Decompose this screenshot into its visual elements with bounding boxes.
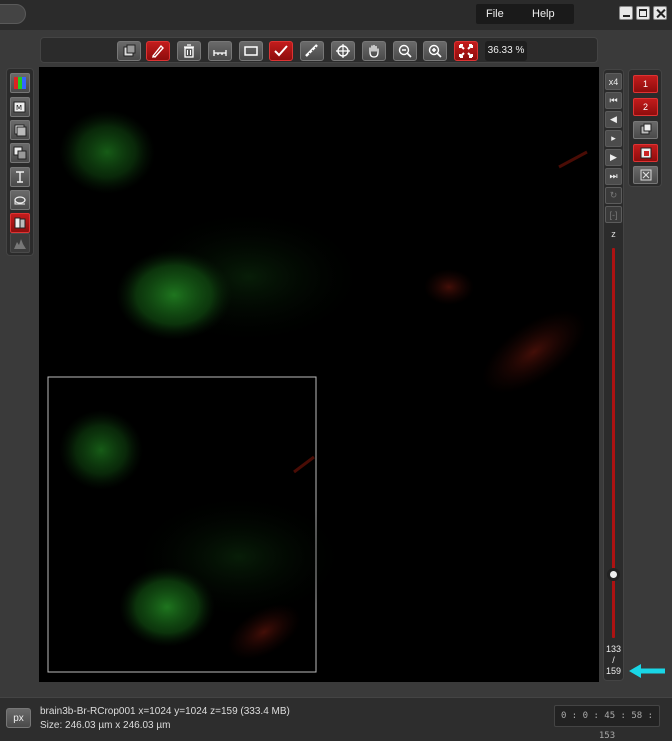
- status-bar: px brain3b-Br-RCrop001 x=1024 y=1024 z=1…: [0, 697, 672, 741]
- pen-tool-button[interactable]: [146, 41, 170, 61]
- minimize-button[interactable]: [619, 6, 633, 20]
- red-signal: [424, 269, 474, 305]
- overlay-icon: [640, 147, 651, 159]
- ruler-button[interactable]: [300, 41, 324, 61]
- range-icon: [-]: [609, 209, 618, 220]
- maximize-button[interactable]: [636, 6, 650, 20]
- step-forward-icon: ▶: [610, 152, 617, 162]
- fit-icon: [459, 44, 473, 58]
- hand-icon: [369, 44, 379, 58]
- total-slices: 159: [605, 666, 622, 676]
- max-projection-icon: M: [13, 101, 26, 113]
- main-toolbar: 36.33 %: [40, 37, 598, 63]
- histogram-icon: [14, 239, 26, 249]
- zoom-in-icon: [428, 44, 442, 58]
- green-cell: [59, 110, 155, 194]
- channel-1-button[interactable]: 1: [633, 75, 658, 93]
- zoom-out-button[interactable]: [393, 41, 417, 61]
- skip-to-end-icon: ⏭: [609, 171, 618, 181]
- max-projection-button[interactable]: M: [10, 97, 30, 117]
- z-axis-label: z: [611, 229, 616, 239]
- z-axis-icon: [16, 171, 24, 183]
- rectangle-tool-button[interactable]: [239, 41, 263, 61]
- step-back-icon: ◀: [610, 114, 617, 124]
- histogram-button[interactable]: [10, 233, 30, 253]
- z-axis-button[interactable]: [10, 167, 30, 187]
- stack-view-button[interactable]: [10, 120, 30, 140]
- image-size: Size: 246.03 µm x 246.03 µm: [40, 720, 171, 731]
- current-slice: 133: [605, 644, 622, 654]
- minimize-icon: [623, 15, 630, 17]
- layers-icon: [123, 44, 136, 57]
- view-mode-toolbar: M: [6, 68, 34, 256]
- zoom-level-readout: 36.33 %: [485, 41, 527, 61]
- zoom-out-icon: [398, 44, 412, 58]
- select-tool-button[interactable]: [269, 41, 293, 61]
- range-button[interactable]: [-]: [605, 206, 622, 223]
- annotation-arrow: [629, 664, 665, 678]
- red-streak: [558, 150, 588, 169]
- channel-close-button[interactable]: [633, 166, 658, 184]
- trash-icon: [184, 44, 194, 58]
- title-bar: File Help: [0, 0, 672, 30]
- rectangle-icon: [244, 46, 258, 56]
- ruler-icon: [305, 44, 318, 57]
- close-box-icon: [640, 169, 651, 181]
- play-icon: ▸: [611, 133, 616, 143]
- slice-separator: /: [612, 655, 615, 665]
- crosshair-icon: [336, 44, 350, 58]
- skip-to-start-icon: ⏮: [609, 95, 618, 105]
- channel-2-button[interactable]: 2: [633, 98, 658, 116]
- check-icon: [274, 45, 288, 57]
- z-navigation-panel: x4 ⏮ ◀ ▸ ▶ ⏭ ↻ [-] z 133 / 159: [603, 69, 624, 681]
- pen-icon: [151, 44, 164, 58]
- next-slice-button[interactable]: ▶: [605, 149, 622, 166]
- delete-button[interactable]: [177, 41, 201, 61]
- channel-overlay-button[interactable]: [633, 144, 658, 162]
- overview-inset: [47, 376, 349, 673]
- z-slider-thumb[interactable]: [607, 568, 620, 582]
- channel-panel: 1 2: [628, 69, 662, 187]
- stack-icon: [14, 124, 27, 137]
- image-info: brain3b-Br-RCrop001 x=1024 y=1024 z=159 …: [40, 706, 290, 717]
- previous-slice-button[interactable]: ◀: [605, 111, 622, 128]
- merge-icon: [640, 123, 651, 135]
- compare-icon: [14, 217, 26, 229]
- measure-icon: [213, 50, 227, 56]
- layers-button[interactable]: [117, 41, 141, 61]
- measure-button[interactable]: [208, 41, 232, 61]
- loop-button[interactable]: ↻: [605, 187, 622, 204]
- rgb-channels-icon: [14, 77, 26, 89]
- last-slice-button[interactable]: ⏭: [605, 168, 622, 185]
- crosshair-button[interactable]: [331, 41, 355, 61]
- units-toggle-button[interactable]: px: [6, 708, 31, 728]
- green-cell: [116, 250, 232, 340]
- menu-file[interactable]: File: [476, 4, 514, 24]
- loop-icon: ↻: [609, 190, 618, 200]
- slices-view-button[interactable]: [10, 143, 30, 163]
- fit-to-window-button[interactable]: [454, 41, 478, 61]
- channel-merge-button[interactable]: [633, 121, 658, 139]
- microscopy-image: [47, 110, 588, 673]
- rotate-icon: [14, 196, 26, 205]
- pan-button[interactable]: [362, 41, 386, 61]
- compare-view-button[interactable]: [10, 213, 30, 233]
- menu-help[interactable]: Help: [522, 4, 565, 24]
- red-signal: [482, 310, 586, 394]
- svg-text:M: M: [16, 104, 22, 112]
- menu-bar: File Help: [476, 4, 574, 24]
- maximize-icon: [639, 9, 647, 17]
- speed-x4-button[interactable]: x4: [605, 73, 622, 90]
- play-button[interactable]: ▸: [605, 130, 622, 147]
- elapsed-timer: 0 : 0 : 45 : 58 : 153: [554, 705, 660, 741]
- rgb-channels-button[interactable]: [10, 73, 30, 93]
- first-slice-button[interactable]: ⏮: [605, 92, 622, 109]
- image-viewer[interactable]: [39, 67, 599, 682]
- rotate-view-button[interactable]: [10, 190, 30, 210]
- window-tab[interactable]: [0, 4, 26, 24]
- slices-icon: [13, 146, 27, 160]
- zoom-in-button[interactable]: [423, 41, 447, 61]
- close-button[interactable]: [653, 6, 667, 20]
